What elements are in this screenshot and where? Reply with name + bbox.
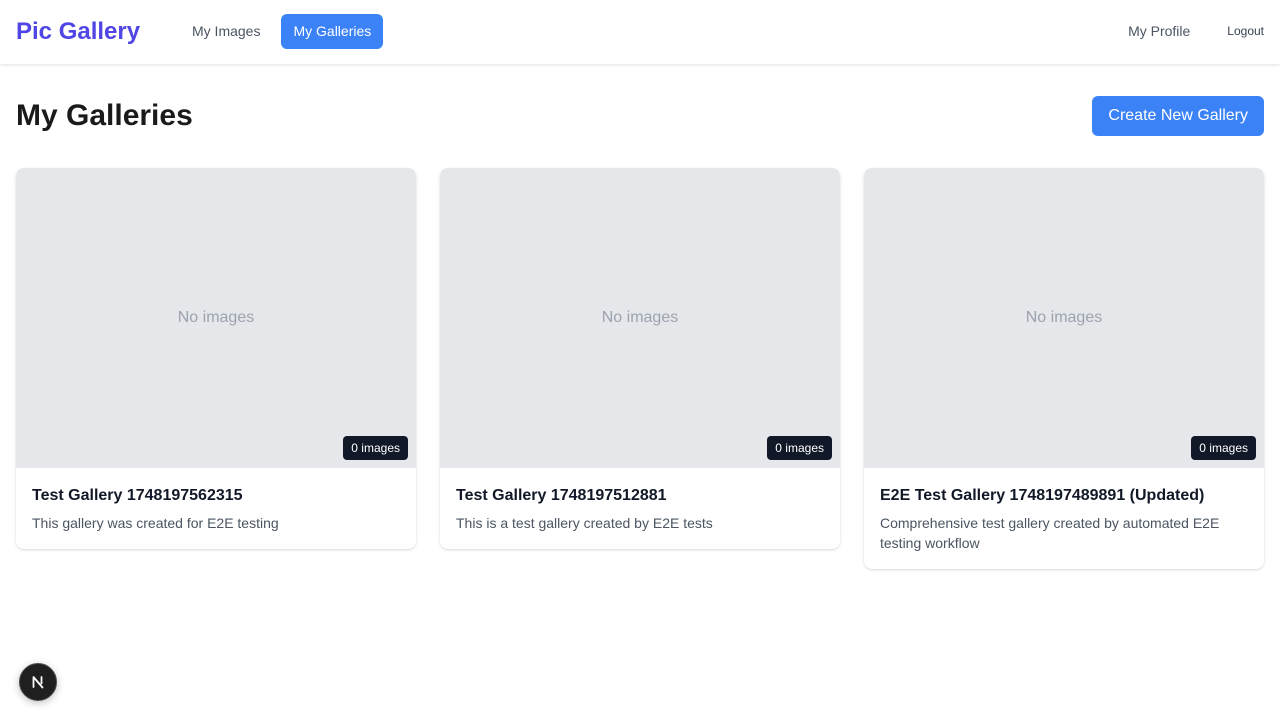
gallery-title: E2E Test Gallery 1748197489891 (Updated) bbox=[880, 487, 1205, 504]
gallery-thumbnail[interactable]: No images 0 images bbox=[864, 168, 1264, 468]
my-profile-link[interactable]: My Profile bbox=[1116, 14, 1202, 49]
gallery-thumbnail[interactable]: No images 0 images bbox=[440, 168, 840, 468]
gallery-description: Comprehensive test gallery created by au… bbox=[880, 515, 1220, 551]
image-count-badge: 0 images bbox=[1191, 436, 1256, 460]
gallery-card-body: Test Gallery 1748197512881 This is a tes… bbox=[440, 468, 840, 549]
image-count-badge: 0 images bbox=[343, 436, 408, 460]
nextjs-logo-icon bbox=[32, 676, 44, 689]
page-title: My Galleries bbox=[16, 99, 193, 132]
logout-button[interactable]: Logout bbox=[1215, 14, 1280, 49]
user-nav: My Profile Logout bbox=[1116, 14, 1280, 49]
nav-my-galleries[interactable]: My Galleries bbox=[281, 14, 384, 49]
gallery-grid: No images 0 images Test Gallery 17481975… bbox=[16, 168, 1264, 569]
gallery-card[interactable]: No images 0 images E2E Test Gallery 1748… bbox=[864, 168, 1264, 569]
image-count-badge: 0 images bbox=[767, 436, 832, 460]
create-gallery-button[interactable]: Create New Gallery bbox=[1092, 96, 1264, 136]
gallery-card-body: Test Gallery 1748197562315 This gallery … bbox=[16, 468, 416, 549]
nav-my-images[interactable]: My Images bbox=[180, 14, 272, 49]
empty-placeholder-text: No images bbox=[601, 309, 679, 326]
gallery-card-body: E2E Test Gallery 1748197489891 (Updated)… bbox=[864, 468, 1264, 569]
empty-placeholder-text: No images bbox=[177, 309, 255, 326]
gallery-description: This gallery was created for E2E testing bbox=[32, 515, 279, 531]
brand-logo[interactable]: Pic Gallery bbox=[16, 16, 140, 48]
main-nav: My Images My Galleries bbox=[180, 14, 384, 49]
top-navbar: Pic Gallery My Images My Galleries My Pr… bbox=[0, 0, 1280, 64]
gallery-title: Test Gallery 1748197512881 bbox=[456, 487, 667, 504]
gallery-card[interactable]: No images 0 images Test Gallery 17481975… bbox=[440, 168, 840, 549]
gallery-card[interactable]: No images 0 images Test Gallery 17481975… bbox=[16, 168, 416, 549]
empty-placeholder-text: No images bbox=[1025, 309, 1103, 326]
gallery-title: Test Gallery 1748197562315 bbox=[32, 487, 243, 504]
gallery-description: This is a test gallery created by E2E te… bbox=[456, 515, 713, 531]
nextjs-dev-tools-button[interactable] bbox=[19, 663, 57, 701]
gallery-thumbnail[interactable]: No images 0 images bbox=[16, 168, 416, 468]
